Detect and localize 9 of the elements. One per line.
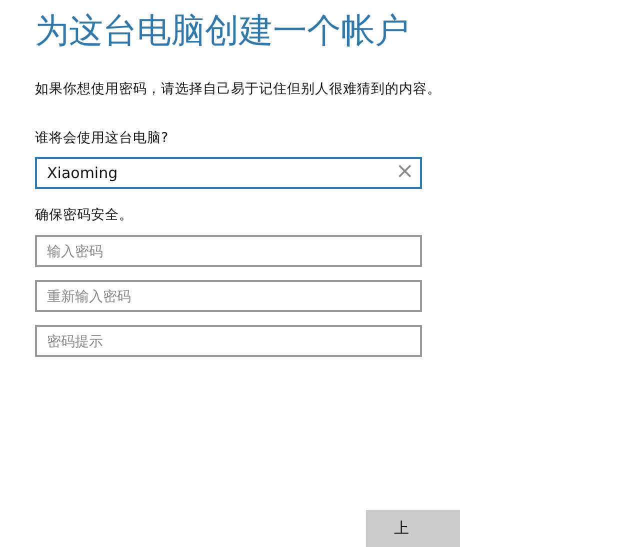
field-label: 谁将会使用这台电脑? <box>35 129 170 147</box>
password-field[interactable]: 重新输入密码 <box>35 280 422 312</box>
field-label: 确保密码安全。 <box>35 206 134 224</box>
password-field[interactable]: 密码提示 <box>35 325 422 357</box>
page-title: 为这台电脑创建一个帐户 <box>35 10 410 53</box>
clear-button[interactable]: × <box>396 161 414 183</box>
back-button[interactable]: 上 <box>366 510 460 547</box>
password-field[interactable]: 输入密码 <box>35 235 422 267</box>
description-text: 如果你想使用密码，请选择自己易于记住但别人很难猜到的内容。 <box>35 80 442 98</box>
